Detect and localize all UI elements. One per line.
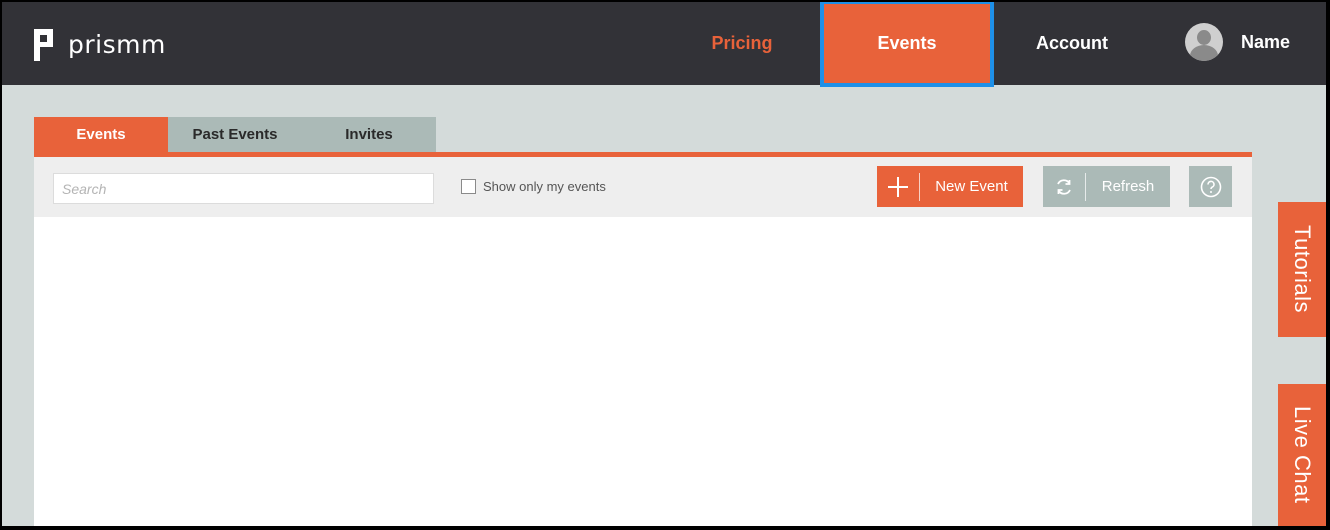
top-navigation-bar: prismm Pricing Events Account Name — [2, 2, 1326, 87]
new-event-button[interactable]: New Event — [877, 166, 1023, 207]
tab-events[interactable]: Events — [34, 117, 168, 152]
show-my-events-filter[interactable]: Show only my events — [461, 179, 606, 194]
nav-pricing[interactable]: Pricing — [692, 2, 792, 85]
refresh-button[interactable]: Refresh — [1043, 166, 1170, 207]
show-my-events-label: Show only my events — [483, 179, 606, 194]
show-my-events-checkbox[interactable] — [461, 179, 476, 194]
events-panel: Show only my events New Event Refresh — [34, 157, 1252, 526]
tab-invites[interactable]: Invites — [302, 117, 436, 152]
plus-icon — [877, 166, 919, 207]
user-name: Name — [1241, 31, 1291, 52]
live-chat-label: Live Chat — [1290, 406, 1315, 504]
user-avatar-icon — [1185, 23, 1223, 61]
user-menu[interactable]: Name — [1185, 22, 1290, 62]
logo-text: prismm — [68, 30, 166, 59]
nav-events[interactable]: Events — [820, 2, 994, 87]
refresh-icon — [1043, 166, 1085, 207]
help-button[interactable] — [1189, 166, 1232, 207]
help-icon — [1200, 176, 1221, 197]
app-window: prismm Pricing Events Account Name Event… — [2, 2, 1326, 526]
event-tabs: Events Past Events Invites — [34, 117, 436, 152]
prismm-logo-icon — [34, 29, 54, 61]
tutorials-button[interactable]: Tutorials — [1278, 202, 1326, 337]
events-toolbar: Show only my events New Event Refresh — [34, 157, 1252, 217]
refresh-label: Refresh — [1101, 178, 1155, 195]
logo[interactable]: prismm — [34, 29, 166, 61]
tutorials-label: Tutorials — [1290, 225, 1315, 314]
nav-account[interactable]: Account — [1022, 2, 1122, 85]
tab-past-events[interactable]: Past Events — [168, 117, 302, 152]
new-event-label: New Event — [935, 178, 1008, 195]
live-chat-button[interactable]: Live Chat — [1278, 384, 1326, 526]
search-input[interactable] — [53, 173, 434, 204]
